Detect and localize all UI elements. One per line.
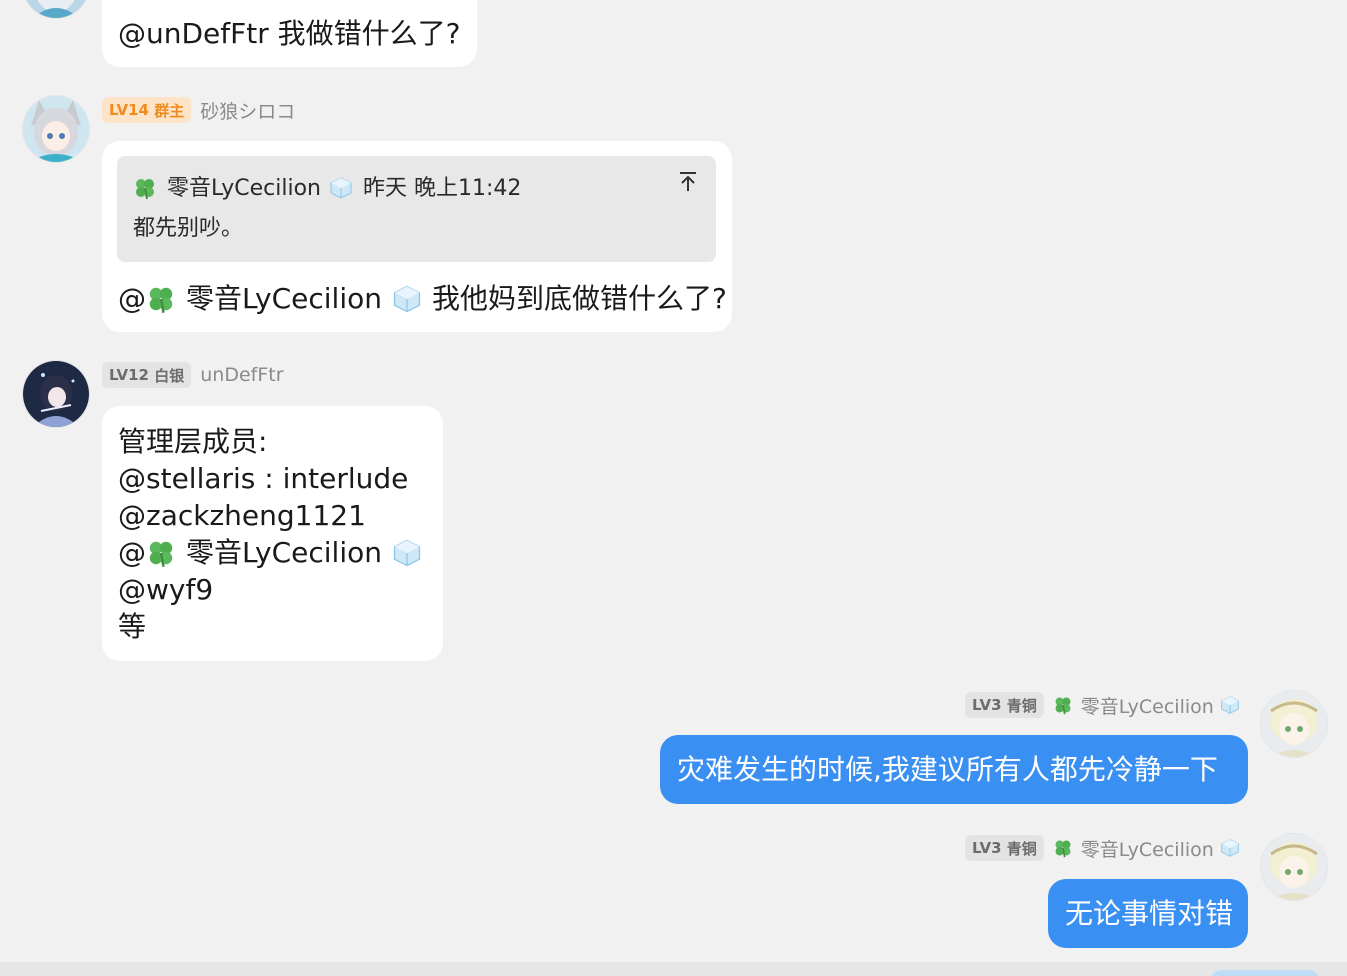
level-badge: LV14 群主 (102, 97, 192, 123)
ice-cube-icon (1221, 839, 1239, 857)
message-line: @stellaris : interlude (118, 462, 409, 495)
mention-at[interactable]: @ (118, 534, 146, 571)
floating-button-edge[interactable] (1210, 970, 1320, 976)
message-bubble-4[interactable]: 灾难发生的时候,我建议所有人都先冷静一下 (660, 735, 1248, 804)
message-line-mention: @ 零音LyCecilion (118, 534, 427, 571)
message-line: @wyf9 (118, 573, 214, 606)
level-badge: LV3 青铜 (965, 692, 1044, 718)
level-badge: LV3 青铜 (965, 835, 1044, 861)
ice-cube-icon (1221, 696, 1239, 714)
message-bubble-5[interactable]: 无论事情对错 (1048, 879, 1248, 948)
avatar-self[interactable] (1261, 834, 1327, 900)
sender-meta-undefftr: LV12 白银 unDefFtr (102, 361, 284, 389)
scroll-to-top-icon[interactable] (676, 170, 700, 194)
sender-name[interactable]: unDefFtr (200, 364, 283, 386)
sender-meta-shiroko: LV14 群主 砂狼シロコ (102, 96, 295, 124)
avatar-self[interactable] (1261, 691, 1327, 757)
ice-cube-icon (393, 285, 421, 312)
message-text: @unDefFtr 我做错什么了? (118, 17, 461, 50)
message-bubble-1[interactable]: @unDefFtr 我做错什么了? (102, 0, 477, 67)
message-text: 无论事情对错 (1065, 897, 1234, 930)
sender-meta-self-2: LV3 青铜 零音LyCecilion (965, 834, 1240, 862)
level-badge: LV12 白银 (102, 362, 192, 388)
mention-name[interactable]: 零音LyCecilion (186, 280, 382, 317)
message-bubble-2[interactable]: 零音LyCecilion 昨天 晚上11:42 都先别吵。 @ 零音LyCeci… (102, 141, 732, 332)
sender-name[interactable]: 零音LyCecilion (1081, 835, 1214, 862)
clover-icon (136, 179, 154, 200)
mention-at[interactable]: @ (118, 280, 146, 317)
quoted-time: 昨天 晚上11:42 (363, 175, 522, 201)
quoted-reply[interactable]: 零音LyCecilion 昨天 晚上11:42 都先别吵。 (117, 156, 716, 262)
message-line: @zackzheng1121 (118, 499, 366, 532)
quoted-text: 都先别吵。 (133, 216, 244, 241)
sender-name[interactable]: 零音LyCecilion (1081, 692, 1214, 719)
clover-icon (149, 287, 173, 313)
sender-meta-self-1: LV3 青铜 零音LyCecilion (965, 691, 1240, 719)
sender-name[interactable]: 砂狼シロコ (200, 97, 295, 124)
mention-name[interactable]: 零音LyCecilion (186, 534, 382, 571)
ice-cube-icon (330, 177, 352, 199)
input-area-edge (0, 962, 1347, 976)
clover-icon (1055, 697, 1071, 715)
message-body: @ 零音LyCecilion 我他妈到底做错什么了? (118, 280, 727, 317)
message-line: 管理层成员: (118, 425, 268, 458)
clover-icon (1055, 840, 1071, 858)
clover-icon (149, 541, 173, 567)
quoted-author: 零音LyCecilion (167, 175, 321, 201)
message-text: 我他妈到底做错什么了? (432, 282, 727, 315)
message-text: 灾难发生的时候,我建议所有人都先冷静一下 (677, 753, 1218, 786)
avatar-sender-undefftr[interactable] (23, 361, 89, 427)
avatar-top-cut[interactable] (23, 0, 89, 18)
avatar-sender-shiroko[interactable] (23, 96, 89, 162)
message-line: 等 (118, 610, 147, 643)
message-bubble-3[interactable]: 管理层成员: @stellaris : interlude @zackzheng… (102, 406, 443, 661)
chat-view[interactable]: @unDefFtr 我做错什么了? LV14 群主 砂狼シロコ 零音LyCeci… (0, 0, 1347, 976)
ice-cube-icon (393, 539, 421, 566)
